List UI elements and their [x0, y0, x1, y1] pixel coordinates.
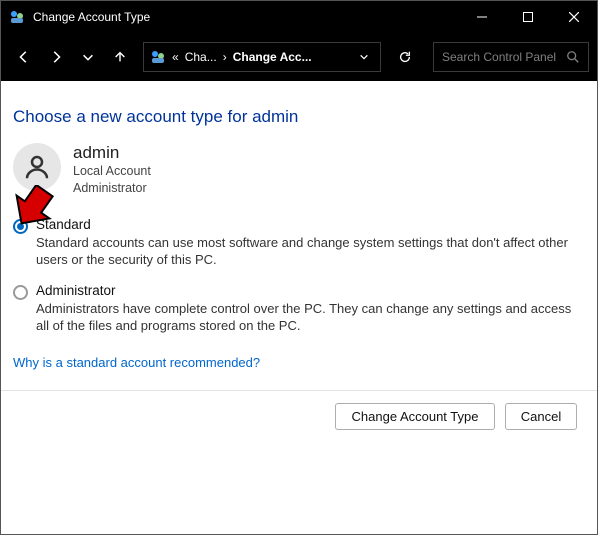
account-role-label: Administrator — [73, 180, 151, 197]
forward-button[interactable] — [41, 42, 71, 72]
option-desc-standard: Standard accounts can use most software … — [36, 234, 587, 269]
account-type-option-administrator[interactable]: Administrator Administrators have comple… — [11, 283, 587, 335]
navigation-toolbar: « Cha... › Change Acc... Search Control … — [1, 33, 597, 81]
window-controls — [459, 1, 597, 33]
user-accounts-icon — [9, 9, 25, 25]
option-title-standard: Standard — [36, 217, 587, 232]
breadcrumb-separator: › — [223, 50, 227, 64]
address-bar[interactable]: « Cha... › Change Acc... — [143, 42, 381, 72]
option-desc-administrator: Administrators have complete control ove… — [36, 300, 587, 335]
action-buttons-row: Change Account Type Cancel — [11, 391, 587, 442]
refresh-button[interactable] — [387, 42, 423, 72]
search-box[interactable]: Search Control Panel — [433, 42, 589, 72]
breadcrumb-overflow[interactable]: « — [172, 50, 179, 64]
window-title: Change Account Type — [33, 10, 150, 24]
radio-standard[interactable] — [13, 219, 28, 234]
up-button[interactable] — [105, 42, 135, 72]
content-area: Choose a new account type for admin admi… — [1, 81, 597, 442]
radio-administrator[interactable] — [13, 285, 28, 300]
back-button[interactable] — [9, 42, 39, 72]
avatar-icon — [13, 143, 61, 191]
breadcrumb-item-1[interactable]: Cha... — [185, 50, 217, 64]
change-account-type-button[interactable]: Change Account Type — [335, 403, 495, 430]
minimize-button[interactable] — [459, 1, 505, 33]
search-placeholder: Search Control Panel — [442, 50, 560, 64]
window-titlebar: Change Account Type — [1, 1, 597, 33]
user-accounts-icon — [150, 49, 166, 65]
close-button[interactable] — [551, 1, 597, 33]
user-info-block: admin Local Account Administrator — [13, 143, 587, 197]
account-type-option-standard[interactable]: Standard Standard accounts can use most … — [11, 217, 587, 269]
cancel-button[interactable]: Cancel — [505, 403, 577, 430]
page-heading: Choose a new account type for admin — [13, 107, 587, 127]
option-title-administrator: Administrator — [36, 283, 587, 298]
account-type-label: Local Account — [73, 163, 151, 180]
search-icon — [566, 50, 580, 64]
address-history-dropdown[interactable] — [354, 52, 374, 62]
recent-locations-button[interactable] — [73, 42, 103, 72]
maximize-button[interactable] — [505, 1, 551, 33]
breadcrumb-item-2[interactable]: Change Acc... — [233, 50, 312, 64]
account-name: admin — [73, 143, 151, 163]
help-link[interactable]: Why is a standard account recommended? — [13, 355, 260, 370]
